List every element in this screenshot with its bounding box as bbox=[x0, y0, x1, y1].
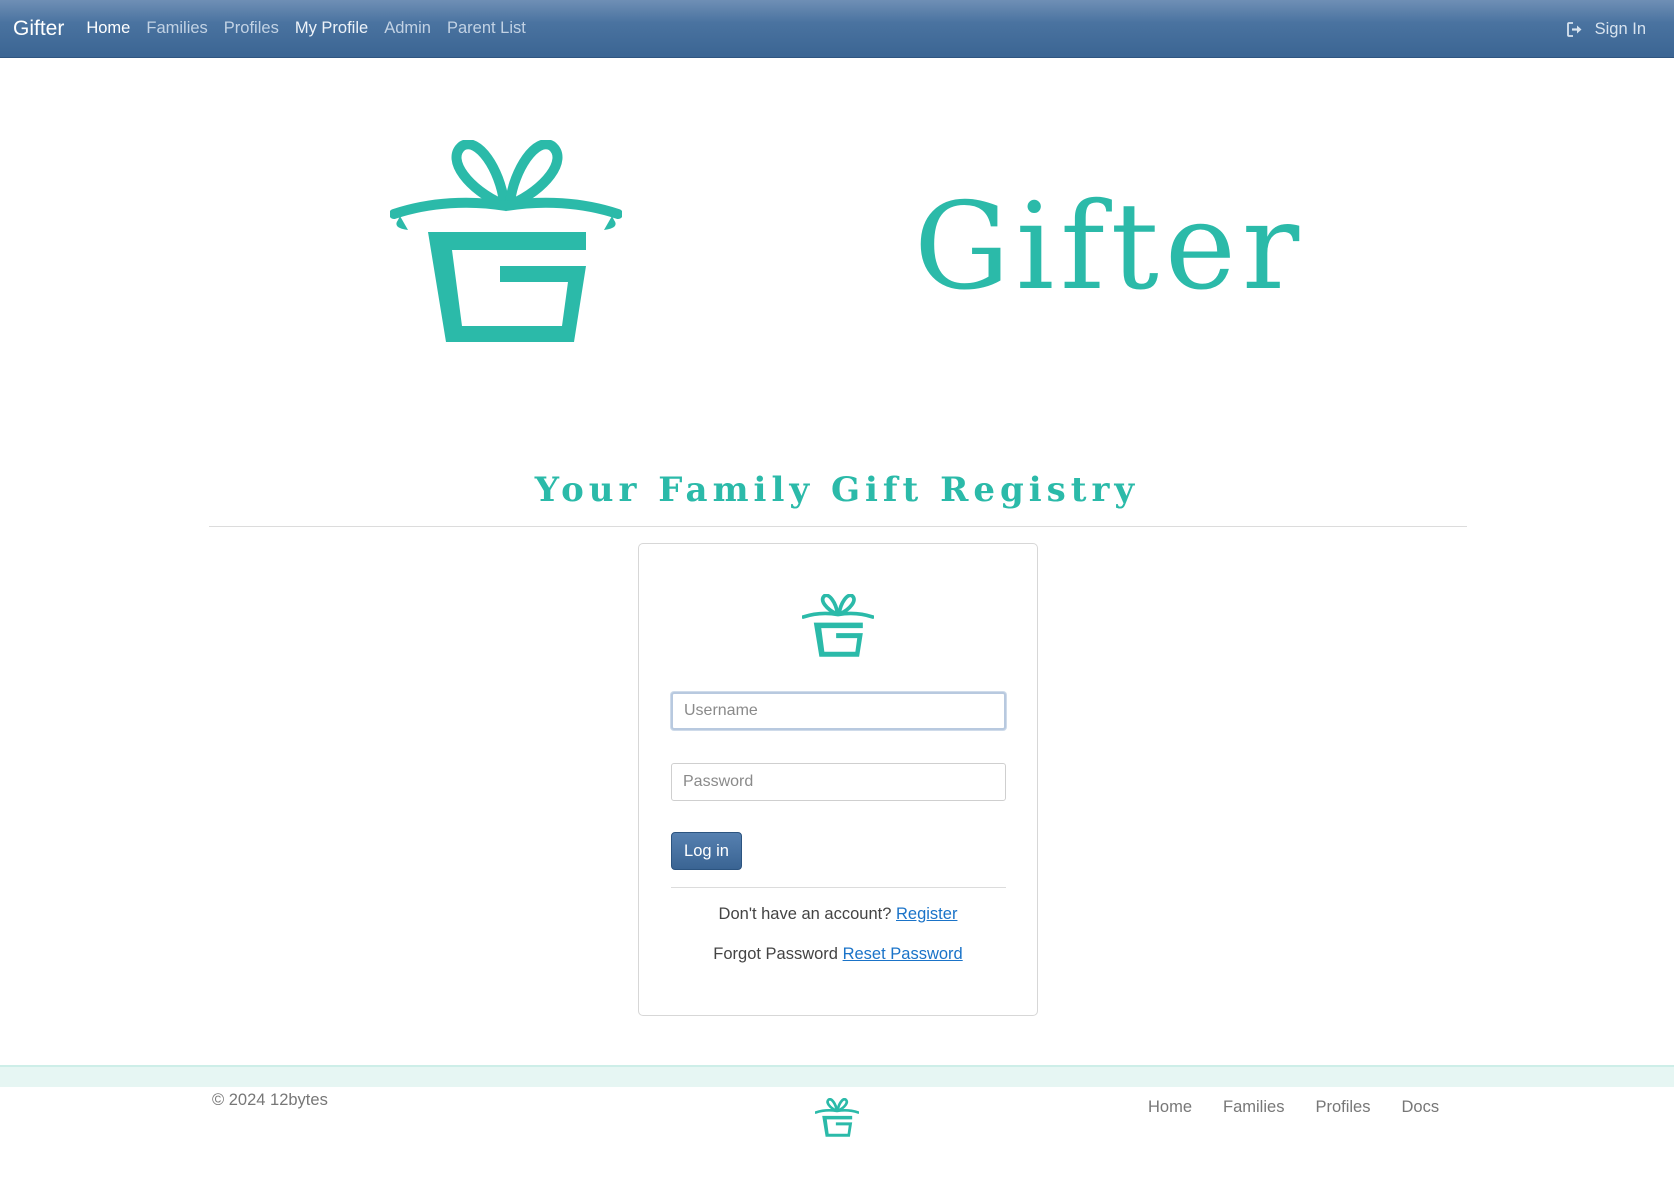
gift-g-icon[interactable] bbox=[815, 1098, 859, 1138]
hero-title: Gifter bbox=[914, 178, 1306, 317]
register-link[interactable]: Register bbox=[896, 905, 957, 923]
footer-link-profiles[interactable]: Profiles bbox=[1315, 1098, 1370, 1117]
sign-in-icon bbox=[1566, 21, 1582, 37]
register-prompt: Don't have an account? bbox=[718, 905, 892, 923]
footer-link-home[interactable]: Home bbox=[1148, 1098, 1192, 1117]
tagline: Your Family Gift Registry bbox=[534, 470, 1140, 510]
footer-band bbox=[0, 1065, 1674, 1087]
footer-link-docs[interactable]: Docs bbox=[1401, 1098, 1439, 1117]
divider bbox=[209, 526, 1467, 527]
register-line: Don't have an account? Register bbox=[639, 905, 1037, 924]
footer-link-families[interactable]: Families bbox=[1223, 1098, 1284, 1117]
forgot-prompt: Forgot Password bbox=[713, 945, 838, 963]
nav-profiles[interactable]: Profiles bbox=[224, 19, 279, 38]
reset-password-link[interactable]: Reset Password bbox=[843, 945, 963, 963]
sign-in-link[interactable]: Sign In bbox=[1566, 0, 1646, 58]
gift-g-icon bbox=[802, 594, 874, 657]
nav-admin[interactable]: Admin bbox=[384, 19, 431, 38]
copyright: © 2024 12bytes bbox=[212, 1091, 328, 1109]
top-navbar: Gifter Home Families Profiles My Profile… bbox=[0, 0, 1674, 58]
username-input[interactable] bbox=[671, 692, 1006, 730]
card-divider bbox=[671, 887, 1006, 888]
navbar-brand[interactable]: Gifter bbox=[13, 17, 64, 41]
login-card: Log in Don't have an account? Register F… bbox=[638, 543, 1038, 1016]
nav-families[interactable]: Families bbox=[146, 19, 207, 38]
gift-g-icon bbox=[390, 140, 622, 342]
password-input[interactable] bbox=[671, 763, 1006, 801]
login-button[interactable]: Log in bbox=[671, 832, 742, 870]
nav-my-profile[interactable]: My Profile bbox=[295, 19, 368, 38]
nav-home[interactable]: Home bbox=[86, 19, 130, 38]
sign-in-label: Sign In bbox=[1594, 19, 1646, 38]
footer-nav: Home Families Profiles Docs bbox=[1148, 1098, 1470, 1117]
reset-line: Forgot Password Reset Password bbox=[639, 945, 1037, 964]
nav-parent-list[interactable]: Parent List bbox=[447, 19, 526, 38]
